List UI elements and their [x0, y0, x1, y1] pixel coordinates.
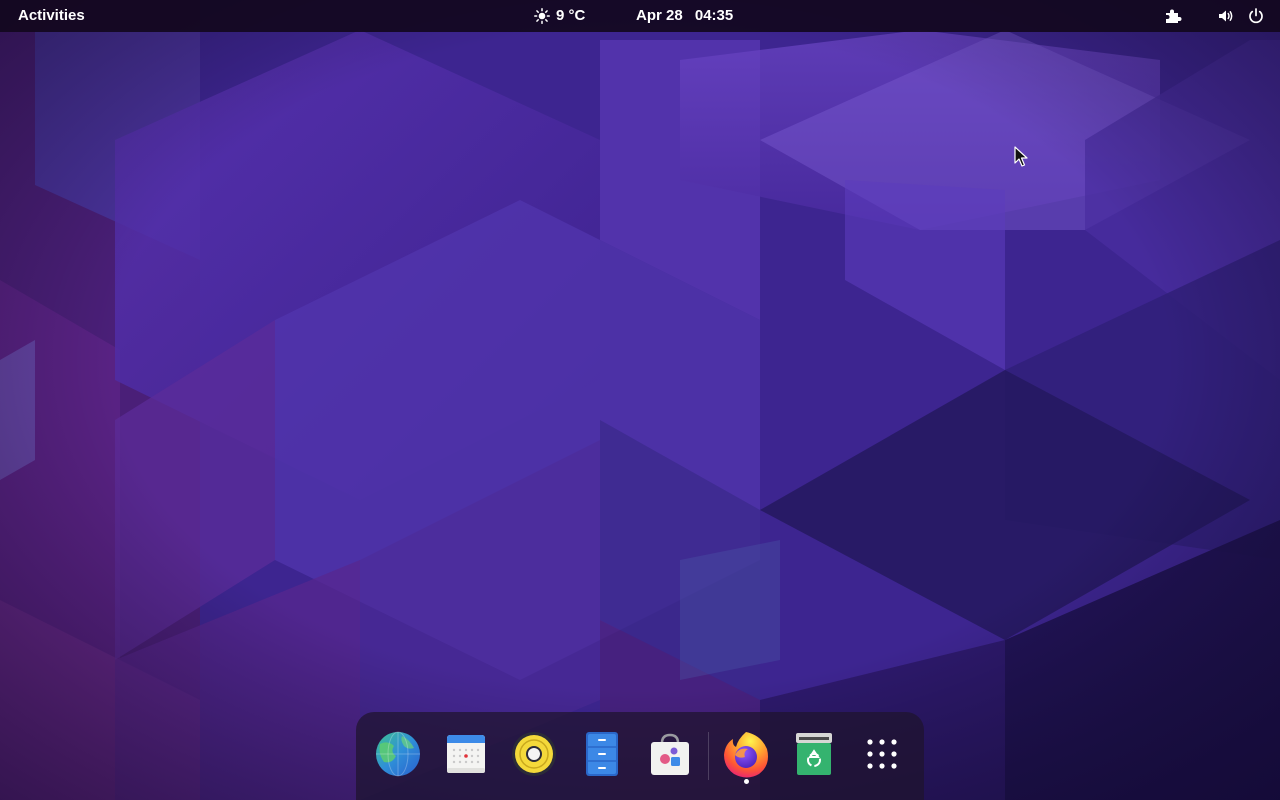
dock-app-software[interactable] [644, 730, 696, 782]
running-indicator [744, 779, 749, 784]
dock [356, 712, 924, 800]
calendar-icon [444, 732, 488, 781]
date-label: Apr 28 [636, 7, 683, 24]
top-bar: Activities 9 °C Apr 28 04:35 [0, 0, 1280, 32]
globe-icon [374, 730, 422, 783]
shopping-bag-icon [647, 731, 693, 782]
dock-app-web-browser[interactable] [372, 730, 424, 782]
app-grid-icon [866, 738, 898, 775]
puzzle-icon[interactable] [1163, 6, 1183, 26]
wallpaper [0, 0, 1280, 800]
dock-app-calendar[interactable] [440, 730, 492, 782]
dock-app-trash[interactable] [788, 730, 840, 782]
dock-app-rhythmbox[interactable] [508, 730, 560, 782]
weather-indicator[interactable]: 9 °C [534, 4, 585, 28]
mouse-cursor [1014, 146, 1028, 173]
sun-icon [534, 8, 550, 24]
temperature-label: 9 °C [556, 7, 586, 24]
clock-button[interactable]: Apr 28 04:35 [630, 4, 739, 28]
speaker-icon [1216, 6, 1236, 26]
time-label: 04:35 [694, 7, 734, 24]
recycle-bin-icon [793, 731, 835, 782]
activities-button[interactable]: Activities [10, 4, 93, 28]
file-cabinet-icon [582, 731, 622, 782]
power-icon [1246, 6, 1266, 26]
desktop[interactable]: Activities 9 °C Apr 28 04:35 [0, 0, 1280, 800]
show-apps-button[interactable] [856, 730, 908, 782]
dock-separator [708, 732, 709, 780]
speaker-disc-icon [510, 730, 558, 783]
dock-app-firefox[interactable] [720, 730, 772, 782]
firefox-icon [721, 729, 771, 784]
system-menu-button[interactable] [1212, 4, 1270, 28]
dock-app-files[interactable] [576, 730, 628, 782]
